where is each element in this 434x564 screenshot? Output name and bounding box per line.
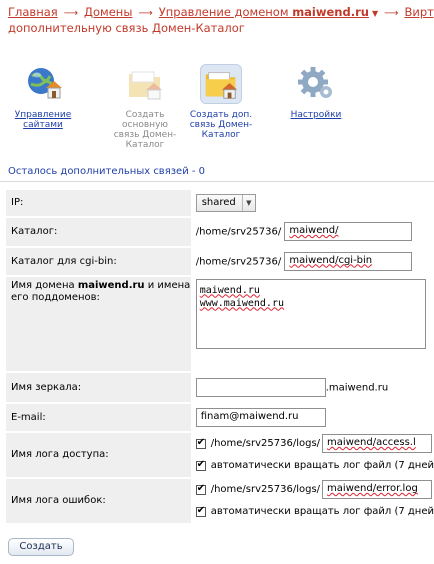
toolbar-manage-sites-label[interactable]: Управление сайтами (8, 110, 78, 130)
mirror-suffix: .maiwend.ru (325, 382, 389, 393)
error-rotate-label: автоматически вращать лог файл (7 дней (210, 506, 434, 517)
access-log-input[interactable]: maiwend/access.l (322, 434, 433, 453)
arrow-right-icon: ⟶ (138, 8, 153, 19)
arrow-right-icon: ⟶ (384, 8, 399, 19)
domain-names-label: Имя домена maiwend.ru и имена его поддом… (6, 276, 191, 372)
toolbar-manage-sites[interactable]: Управление сайтами (8, 64, 78, 130)
error-log-prefix: /home/srv25736/logs/ (210, 484, 321, 495)
toolbar-create-extra-link-label[interactable]: Создать доп. связь Домен-Каталог (188, 110, 254, 140)
caret-down-icon[interactable]: ▼ (372, 9, 378, 18)
divider (0, 181, 434, 182)
domain-names-label-pre: Имя домена (11, 279, 75, 291)
breadcrumb-current: дополнительную связь Домен-Каталог (8, 21, 245, 35)
domain-names-line-2: www.maiwend.ru (199, 297, 284, 309)
access-log-path-row: /home/srv25736/logs/ maiwend/access.l (195, 433, 434, 455)
domain-names-textarea[interactable]: maiwend.ru www.maiwend.ru (195, 278, 426, 349)
error-log-input-value: maiwend/error.log (327, 483, 418, 494)
toolbar-settings-label[interactable]: Настройки (286, 110, 346, 120)
domain-names-label-domain: maiwend.ru (77, 279, 145, 291)
domain-names-line-1: maiwend.ru (199, 284, 260, 296)
error-log-path-row: /home/srv25736/logs/ maiwend/error.log (195, 479, 434, 501)
toolbar-create-main-link: Создать основную связь Домен-Каталог (112, 64, 178, 150)
access-rotate-row: автоматически вращать лог файл (7 дней (195, 455, 434, 477)
cgi-label: Каталог для cgi-bin: (6, 247, 191, 276)
cgi-input[interactable]: maiwend/cgi-bin (284, 251, 413, 271)
arrow-right-icon: ⟶ (63, 8, 79, 19)
breadcrumb: Главная ⟶ Домены ⟶ Управление доменом maiwen… (8, 5, 434, 35)
domain-names-cell: maiwend.ru www.maiwend.ru (190, 276, 434, 372)
toolbar-create-extra-link[interactable]: Создать доп. связь Домен-Каталог (188, 64, 254, 140)
catalog-cell: /home/srv25736/ maiwend/ (190, 217, 434, 247)
breadcrumb-domains[interactable]: Домены (84, 5, 132, 19)
error-rotate-row: автоматически вращать лог файл (7 дней (195, 501, 434, 523)
error-log-input[interactable]: maiwend/error.log (322, 480, 433, 499)
error-log-cell: /home/srv25736/logs/ maiwend/error.log а… (190, 478, 434, 524)
catalog-prefix: /home/srv25736/ (195, 226, 282, 238)
catalog-input[interactable]: maiwend/ (284, 222, 413, 241)
breadcrumb-domain-name: maiwend.ru (292, 5, 369, 19)
breadcrumb-manage-label: Управление доменом (158, 5, 289, 19)
domain-link-form: IP: shared ▼ Каталог: /home/srv25736/ mai… (6, 190, 434, 524)
mirror-cell: .maiwend.ru (190, 372, 434, 403)
breadcrumb-home[interactable]: Главная (8, 5, 58, 19)
email-label: E-mail: (6, 403, 191, 432)
toolbar-create-main-link-label: Создать основную связь Домен-Каталог (113, 110, 177, 150)
catalog-label: Каталог: (6, 217, 191, 247)
remaining-links-text: Осталось дополнительных связей - 0 (8, 166, 206, 177)
create-button[interactable]: Создать (8, 538, 74, 556)
breadcrumb-manage-domain[interactable]: Управление доменом maiwend.ru (159, 5, 369, 19)
access-log-cell: /home/srv25736/logs/ maiwend/access.l ав… (190, 432, 434, 478)
cgi-input-value: maiwend/cgi-bin (289, 254, 373, 266)
access-log-input-value: maiwend/access.l (327, 437, 416, 448)
catalog-input-value: maiwend/ (289, 225, 339, 236)
mirror-label: Имя зеркала: (6, 372, 191, 403)
access-log-checkbox[interactable] (195, 437, 206, 449)
access-log-label: Имя лога доступа: (6, 432, 191, 478)
access-log-prefix: /home/srv25736/logs/ (210, 438, 321, 449)
ip-cell: shared ▼ (190, 190, 434, 217)
ip-select-value: shared (201, 197, 236, 209)
mirror-input[interactable] (195, 377, 326, 397)
access-rotate-checkbox[interactable] (195, 459, 206, 471)
error-log-label: Имя лога ошибок: (6, 478, 191, 524)
chevron-down-icon: ▼ (241, 194, 255, 211)
cgi-cell: /home/srv25736/ maiwend/cgi-bin (190, 247, 434, 276)
error-log-checkbox[interactable] (195, 483, 206, 495)
email-input[interactable]: finam@maiwend.ru (195, 407, 326, 427)
gear-icon (295, 64, 337, 104)
ip-select[interactable]: shared ▼ (195, 193, 256, 212)
toolbar: Управление сайтами Создать основную связ… (0, 64, 434, 162)
folder-house-icon (124, 64, 166, 104)
globe-house-icon (22, 64, 64, 104)
ip-label: IP: (6, 190, 191, 217)
error-rotate-checkbox[interactable] (195, 505, 206, 517)
breadcrumb-virtual[interactable]: Вирту (404, 5, 434, 19)
access-rotate-label: автоматически вращать лог файл (7 дней (210, 460, 434, 471)
cgi-prefix: /home/srv25736/ (195, 256, 282, 267)
folder-house-icon (200, 64, 242, 104)
toolbar-settings[interactable]: Настройки (286, 64, 346, 120)
email-cell: finam@maiwend.ru (190, 403, 434, 432)
